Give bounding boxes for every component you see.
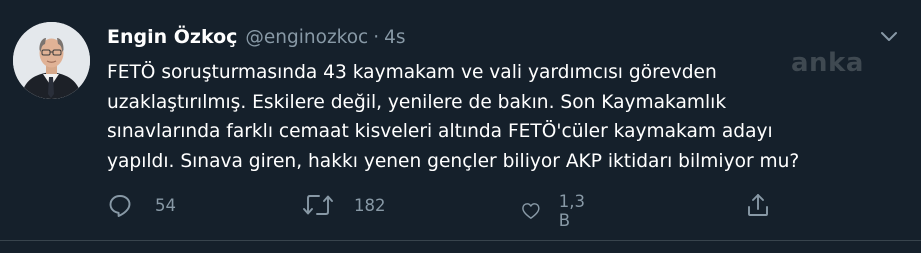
tweet-timestamp[interactable]: 4s: [384, 27, 405, 48]
tweet-header: Engin Özkoç @enginozkoc · 4s: [107, 26, 406, 48]
like-count: 1,3 B: [558, 192, 585, 230]
tweet-text-line: uzaklaştırılmış. Eskilere değil, yeniler…: [107, 91, 727, 113]
tweet-card[interactable]: Engin Özkoç @enginozkoc · 4s anka FETÖ s…: [0, 0, 921, 253]
tweet-text-line: FETÖ soruşturmasında 43 kaymakam ve vali…: [107, 62, 717, 83]
like-button[interactable]: 1,3 B: [521, 192, 591, 230]
header-separator: ·: [373, 27, 380, 48]
reply-button[interactable]: 54: [107, 192, 176, 218]
tweet-divider: [0, 240, 921, 241]
chevron-down-icon: [881, 32, 897, 41]
tweet-text-line: sınavlarında farklı cemaat kisveleri alt…: [107, 121, 773, 142]
tweet-menu-button[interactable]: [877, 28, 901, 46]
retweet-count: 182: [354, 195, 386, 215]
heart-icon: [522, 203, 540, 219]
reply-count: 54: [155, 195, 176, 215]
share-icon: [748, 194, 768, 216]
retweet-icon: [303, 195, 333, 215]
author-handle[interactable]: @enginozkoc: [245, 27, 368, 48]
retweet-button[interactable]: 182: [302, 192, 386, 218]
avatar-image: [13, 22, 90, 99]
share-button[interactable]: [745, 192, 771, 218]
tweet-text: FETÖ soruşturmasında 43 kaymakam ve vali…: [107, 58, 877, 176]
reply-icon: [109, 195, 131, 217]
tweet-text-line: yapıldı. Sınava giren, hakkı yenen gençl…: [107, 150, 800, 172]
author-name[interactable]: Engin Özkoç: [107, 26, 237, 48]
avatar[interactable]: [13, 22, 90, 99]
